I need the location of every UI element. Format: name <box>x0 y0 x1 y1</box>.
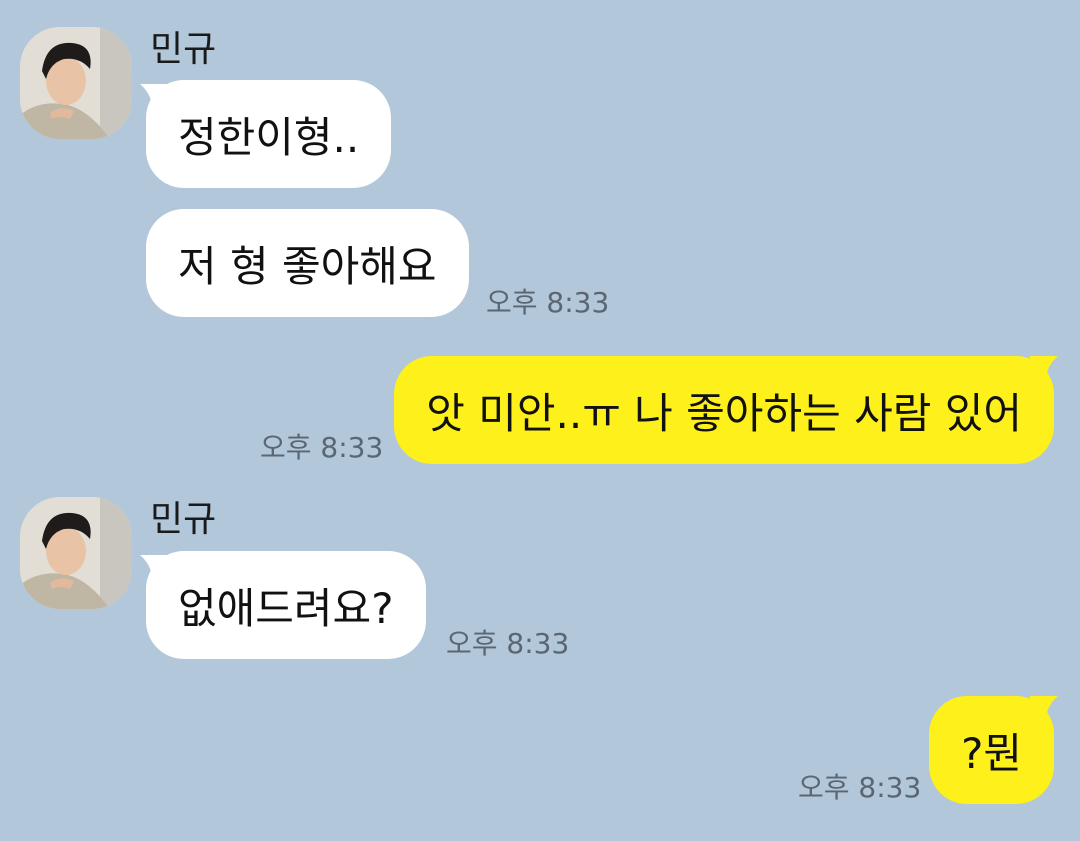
bubble-tail <box>1030 696 1058 726</box>
message-text: 저 형 좋아해요 <box>178 241 437 291</box>
message-bubble[interactable]: 없애드려요? <box>146 551 426 659</box>
message-text: 없애드려요? <box>178 583 394 633</box>
avatar[interactable] <box>20 27 132 139</box>
message-text: ?뭔 <box>961 728 1022 778</box>
bubble-tail <box>1030 356 1058 386</box>
message-text: 정한이형.. <box>178 112 360 162</box>
profile-photo <box>20 27 132 139</box>
message-bubble[interactable]: 저 형 좋아해요 <box>146 209 469 317</box>
avatar[interactable] <box>20 497 132 609</box>
profile-photo <box>20 497 132 609</box>
message-bubble[interactable]: 앗 미안..ㅠ 나 좋아하는 사람 있어 <box>394 356 1054 464</box>
message-time: 오후 8:33 <box>260 431 384 464</box>
message-time: 오후 8:33 <box>798 771 922 804</box>
message-bubble[interactable]: 정한이형.. <box>146 80 392 188</box>
sender-name: 민규 <box>150 499 217 540</box>
message-text: 앗 미안..ㅠ 나 좋아하는 사람 있어 <box>426 388 1022 438</box>
message-time: 오후 8:33 <box>486 286 610 319</box>
sender-name: 민규 <box>150 29 217 70</box>
message-time: 오후 8:33 <box>446 627 570 660</box>
